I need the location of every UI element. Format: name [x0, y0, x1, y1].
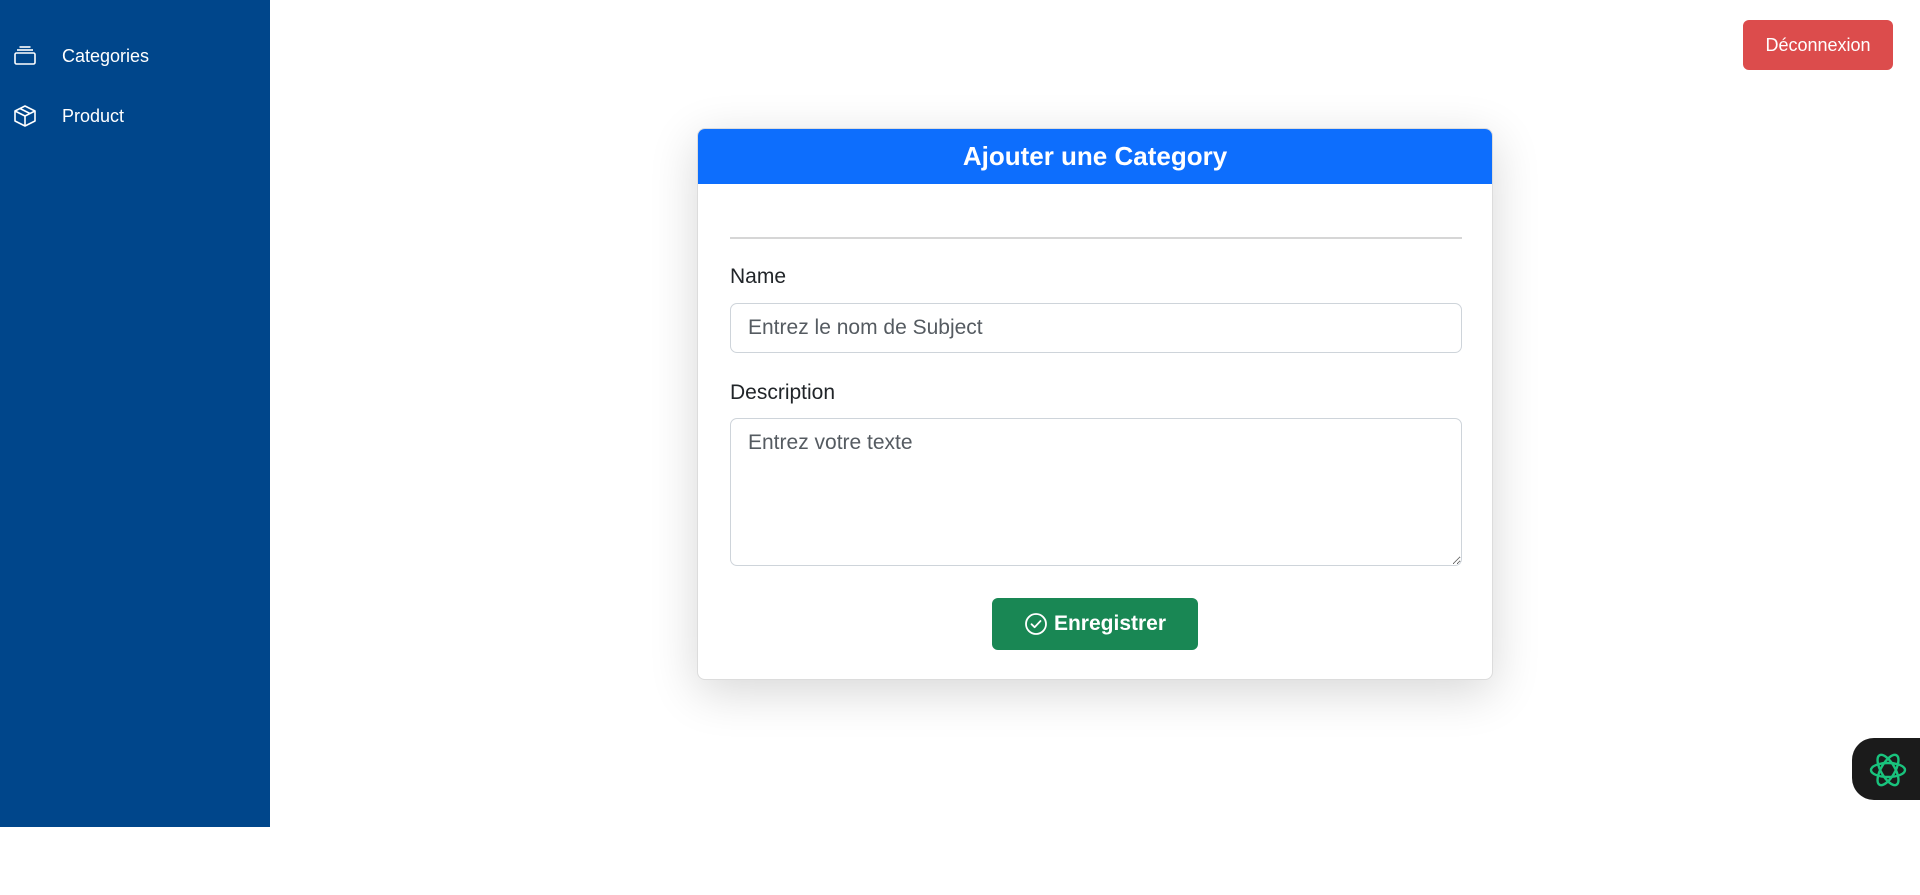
sidebar-item-product[interactable]: Product: [0, 94, 270, 138]
box-icon: [14, 105, 36, 127]
logout-button[interactable]: Déconnexion: [1743, 20, 1893, 70]
card-title: Ajouter une Category: [698, 129, 1492, 184]
sidebar-item-label: Product: [62, 106, 125, 126]
check-circle-icon: [1025, 613, 1047, 635]
description-label: Description: [730, 381, 836, 404]
divider: [730, 237, 1462, 239]
assistant-widget-button[interactable]: [1852, 738, 1920, 800]
save-button[interactable]: Enregistrer: [992, 598, 1198, 650]
sidebar: Categories Product: [0, 0, 270, 827]
add-category-card: Ajouter une Category Name Description En…: [697, 128, 1493, 680]
sidebar-item-categories[interactable]: Categories: [0, 34, 270, 78]
collection-icon: [14, 46, 36, 65]
openai-icon: [1869, 753, 1907, 787]
sidebar-item-label: Categories: [62, 46, 150, 66]
name-label: Name: [730, 265, 787, 288]
description-textarea[interactable]: [730, 418, 1462, 566]
save-button-label: Enregistrer: [1053, 612, 1167, 635]
name-input[interactable]: [730, 303, 1462, 353]
